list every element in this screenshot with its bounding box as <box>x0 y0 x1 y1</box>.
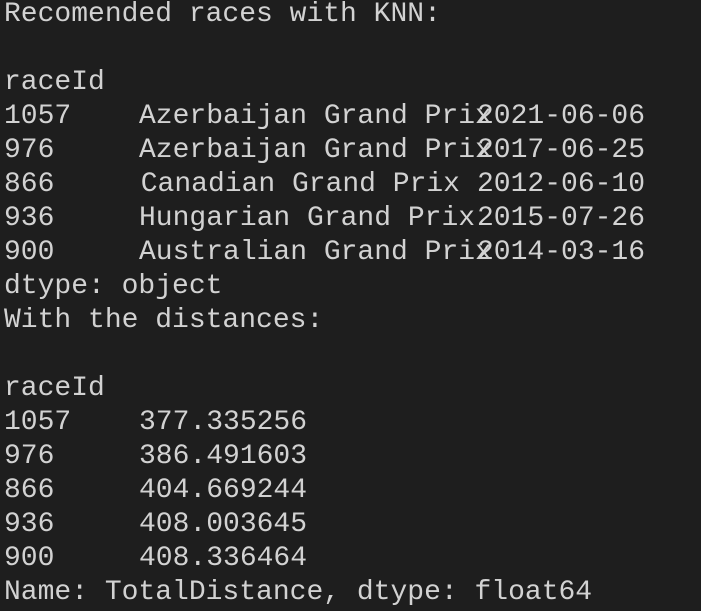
distance-race-id: 900 <box>4 543 55 574</box>
race-row: 1057 Azerbaijan Grand Prix2021-06-06 <box>4 100 701 134</box>
race-id: 1057 <box>4 101 72 132</box>
races-dtype: dtype: object <box>4 271 223 302</box>
distance-row: 866 404.669244 <box>4 474 701 508</box>
races-index-name: raceId <box>4 67 105 98</box>
race-name: Hungarian Grand Prix <box>139 203 476 234</box>
race-date: 2017-06-25 <box>477 135 646 166</box>
race-name: Canadian Grand Prix <box>140 169 460 200</box>
race-row: 866 Canadian Grand Prix 2012-06-10 <box>4 168 701 202</box>
distance-value: 408.336464 <box>139 543 308 574</box>
distance-race-id: 936 <box>4 509 55 540</box>
race-id: 936 <box>4 203 55 234</box>
distance-value: 377.335256 <box>139 407 308 438</box>
distance-row: 1057 377.335256 <box>4 406 701 440</box>
race-date: 2012-06-10 <box>477 169 646 200</box>
race-row: 976 Azerbaijan Grand Prix2017-06-25 <box>4 134 701 168</box>
race-id: 900 <box>4 237 55 268</box>
distance-value: 404.669244 <box>139 475 308 506</box>
output-header: Recomended races with KNN: <box>4 0 441 30</box>
race-name: Azerbaijan Grand Prix <box>139 135 492 166</box>
distance-race-id: 866 <box>4 475 55 506</box>
distance-row: 900 408.336464 <box>4 542 701 576</box>
race-date: 2015-07-26 <box>477 203 646 234</box>
race-id: 866 <box>4 169 55 200</box>
terminal-output: Recomended races with KNN: raceId 1057 Az… <box>0 0 701 609</box>
race-name: Australian Grand Prix <box>139 237 492 268</box>
distance-row: 976 386.491603 <box>4 440 701 474</box>
distances-index-name: raceId <box>4 373 105 404</box>
race-name: Azerbaijan Grand Prix <box>139 101 492 132</box>
distance-row: 936 408.003645 <box>4 508 701 542</box>
distance-value: 386.491603 <box>139 441 308 472</box>
race-row: 936 Hungarian Grand Prix2015-07-26 <box>4 202 701 236</box>
distances-header: With the distances: <box>4 305 324 336</box>
race-date: 2021-06-06 <box>477 101 646 132</box>
race-row: 900 Australian Grand Prix2014-03-16 <box>4 236 701 270</box>
distance-race-id: 976 <box>4 441 55 472</box>
race-id: 976 <box>4 135 55 166</box>
race-date: 2014-03-16 <box>477 237 646 268</box>
distance-value: 408.003645 <box>139 509 308 540</box>
distance-race-id: 1057 <box>4 407 72 438</box>
distances-dtype: Name: TotalDistance, dtype: float64 <box>4 577 593 608</box>
